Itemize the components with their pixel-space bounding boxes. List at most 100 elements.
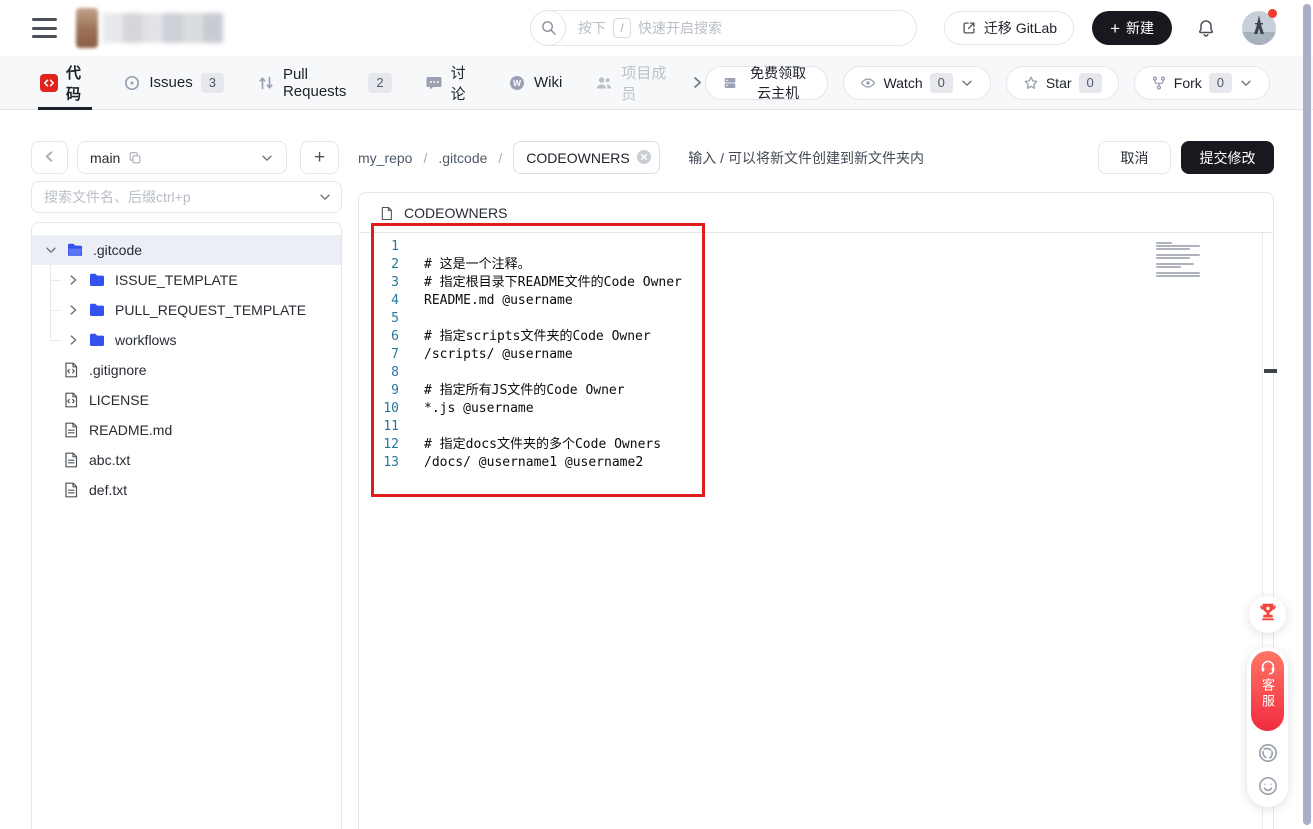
line-number: 7 xyxy=(359,346,399,364)
code-editor[interactable]: 12# 这是一个注释。3# 指定根目录下README文件的Code Owner4… xyxy=(359,233,1273,829)
tabs-more-chevron-icon[interactable] xyxy=(689,74,705,91)
tree-item-workflows[interactable]: workflows xyxy=(32,325,341,355)
tab-issues[interactable]: Issues3 xyxy=(123,56,224,110)
line-text: # 指定docs文件夹的多个Code Owners xyxy=(424,436,661,454)
commit-button[interactable]: 提交修改 xyxy=(1181,141,1274,174)
project-tabs: 代码 Issues3 Pull Requests2 讨论 W Wiki 项目成员 xyxy=(40,56,673,110)
gitcode-repo-page: 按下 / 快速开启搜索 迁移 GitLab + 新建 代码 Issues3 Pull… xyxy=(0,0,1313,829)
chevron-down-icon xyxy=(1239,76,1253,90)
breadcrumb-folder[interactable]: .gitcode xyxy=(438,150,487,166)
tree-item-label: abc.txt xyxy=(89,452,130,468)
tab-code[interactable]: 代码 xyxy=(40,56,90,110)
line-text: *.js @username xyxy=(424,400,534,418)
free-cloud-host-button[interactable]: 免费领取云主机 xyxy=(705,66,829,100)
clear-icon[interactable] xyxy=(636,149,652,165)
aperture-icon[interactable] xyxy=(1257,742,1279,764)
tree-item-README.md[interactable]: README.md xyxy=(32,415,341,445)
code-line-3[interactable]: 3# 指定根目录下README文件的Code Owner xyxy=(359,274,1273,292)
global-search-input[interactable]: 按下 / 快速开启搜索 xyxy=(530,10,917,46)
headset-icon xyxy=(1259,658,1277,676)
chevron-right-icon[interactable] xyxy=(66,273,80,287)
tree-item-.gitignore[interactable]: .gitignore xyxy=(32,355,341,385)
tree-item-LICENSE[interactable]: LICENSE xyxy=(32,385,341,415)
line-number: 8 xyxy=(359,364,399,382)
code-line-4[interactable]: 4README.md @username xyxy=(359,292,1273,310)
watch-button[interactable]: Watch0 xyxy=(843,66,990,100)
slash-keycap: / xyxy=(613,18,631,38)
code-line-2[interactable]: 2# 这是一个注释。 xyxy=(359,256,1273,274)
smiley-feedback-icon[interactable] xyxy=(1257,775,1279,797)
pr-icon xyxy=(257,74,275,92)
breadcrumb-repo[interactable]: my_repo xyxy=(358,150,412,166)
code-line-12[interactable]: 12# 指定docs文件夹的多个Code Owners xyxy=(359,436,1273,454)
code-line-9[interactable]: 9# 指定所有JS文件的Code Owner xyxy=(359,382,1273,400)
tab-label: Wiki xyxy=(534,74,562,91)
editor-panel: CODEOWNERS 12# 这是一个注释。3# 指定根目录下README文件的… xyxy=(358,192,1274,829)
copy-icon[interactable] xyxy=(128,151,142,165)
tab-label: 讨论 xyxy=(451,62,475,104)
tree-item-label: .gitignore xyxy=(89,362,147,378)
action-label: Star xyxy=(1046,75,1072,91)
server-icon xyxy=(722,75,738,91)
page-scrollbar[interactable] xyxy=(1303,4,1311,825)
code-lines: 12# 这是一个注释。3# 指定根目录下README文件的Code Owner4… xyxy=(359,233,1273,472)
folder-icon xyxy=(88,301,106,319)
search-icon xyxy=(530,10,566,46)
folder-open-icon xyxy=(66,241,84,259)
branch-selector[interactable]: main xyxy=(77,141,287,174)
svg-text:W: W xyxy=(513,78,522,88)
tab-discussions[interactable]: 讨论 xyxy=(425,56,475,110)
tree-item-PULL_REQUEST_TEMPLATE[interactable]: PULL_REQUEST_TEMPLATE xyxy=(32,295,341,325)
file-search-input[interactable] xyxy=(31,181,342,213)
code-line-6[interactable]: 6# 指定scripts文件夹的Code Owner xyxy=(359,328,1273,346)
file-tree: .gitcodeISSUE_TEMPLATEPULL_REQUEST_TEMPL… xyxy=(32,223,341,505)
user-avatar[interactable] xyxy=(1242,11,1276,45)
menu-icon[interactable] xyxy=(32,18,57,38)
action-label: Fork xyxy=(1174,75,1202,91)
new-button[interactable]: + 新建 xyxy=(1092,11,1172,45)
star-button[interactable]: Star0 xyxy=(1006,66,1119,100)
chevron-down-icon[interactable] xyxy=(318,190,332,204)
chevron-down-icon xyxy=(960,76,974,90)
code-line-7[interactable]: 7/scripts/ @username xyxy=(359,346,1273,364)
line-text: /docs/ @username1 @username2 xyxy=(424,454,643,472)
line-number: 9 xyxy=(359,382,399,400)
trophy-widget-button[interactable] xyxy=(1249,596,1286,633)
tab-members[interactable]: 项目成员 xyxy=(595,56,672,110)
tree-item-.gitcode[interactable]: .gitcode xyxy=(32,235,341,265)
customer-service-button[interactable]: 客服 xyxy=(1251,651,1284,731)
chevron-right-icon[interactable] xyxy=(66,333,80,347)
tree-item-def.txt[interactable]: def.txt xyxy=(32,475,341,505)
code-line-11[interactable]: 11 xyxy=(359,418,1273,436)
add-file-button[interactable]: + xyxy=(300,141,339,174)
cancel-button[interactable]: 取消 xyxy=(1098,141,1171,174)
tab-label: Issues xyxy=(149,74,192,91)
code-line-10[interactable]: 10 *.js @username xyxy=(359,400,1273,418)
editor-file-tab[interactable]: CODEOWNERS xyxy=(359,193,1273,233)
filename-hint: 输入 / 可以将新文件创建到新文件夹内 xyxy=(688,148,924,168)
code-line-1[interactable]: 1 xyxy=(359,238,1273,256)
chevron-down-icon xyxy=(260,151,274,165)
tree-item-abc.txt[interactable]: abc.txt xyxy=(32,445,341,475)
tab-pull-requests[interactable]: Pull Requests2 xyxy=(257,56,392,110)
tab-wiki[interactable]: W Wiki xyxy=(508,56,562,110)
doc-file-icon xyxy=(62,481,80,499)
notification-bell-icon[interactable] xyxy=(1196,18,1216,39)
tree-item-ISSUE_TEMPLATE[interactable]: ISSUE_TEMPLATE xyxy=(32,265,341,295)
tree-item-label: README.md xyxy=(89,422,172,438)
back-button[interactable] xyxy=(31,141,68,174)
export-icon xyxy=(961,20,977,36)
line-number: 10 xyxy=(359,400,399,418)
code-line-8[interactable]: 8 xyxy=(359,364,1273,382)
chevron-left-icon xyxy=(42,149,57,167)
site-logo[interactable] xyxy=(76,8,223,48)
migrate-gitlab-button[interactable]: 迁移 GitLab xyxy=(944,11,1074,45)
chevron-right-icon[interactable] xyxy=(66,303,80,317)
folder-icon xyxy=(88,271,106,289)
code-line-5[interactable]: 5 xyxy=(359,310,1273,328)
code-line-13[interactable]: 13/docs/ @username1 @username2 xyxy=(359,454,1273,472)
notification-dot xyxy=(1268,9,1277,18)
editor-minimap[interactable] xyxy=(1156,239,1202,278)
fork-button[interactable]: Fork0 xyxy=(1134,66,1270,100)
chevron-down-icon[interactable] xyxy=(44,243,58,257)
